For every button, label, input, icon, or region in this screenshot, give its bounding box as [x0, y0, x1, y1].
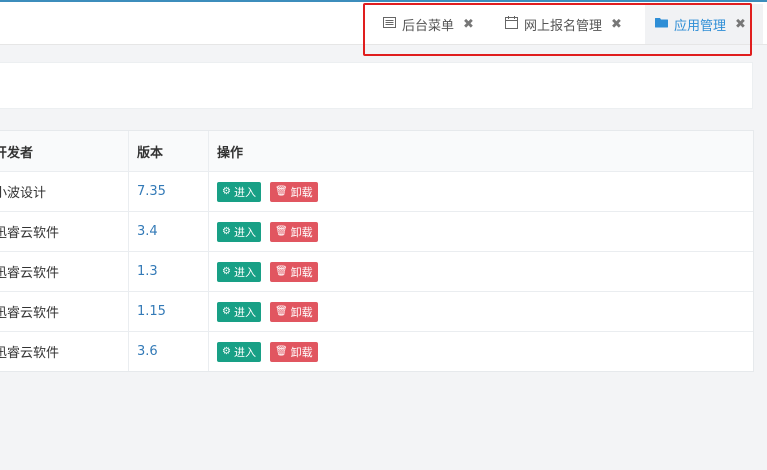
uninstall-label: 卸载: [290, 345, 313, 359]
trash-icon: 🗑: [274, 306, 288, 317]
enter-button[interactable]: ⚙ 进入: [217, 261, 261, 282]
gear-icon: ⚙: [222, 306, 231, 317]
actions-cell: ⚙ 进入 🗑 卸载: [209, 172, 753, 211]
version-cell: 1.15: [129, 292, 209, 331]
tab-bar: 后台菜单 ✖ 网上报名管理 ✖ 应用管理 ✖: [0, 2, 767, 45]
tab-label: 网上报名管理: [524, 18, 603, 34]
tab-label: 后台菜单: [402, 18, 455, 34]
developer-cell: 迅睿云软件: [0, 212, 129, 251]
uninstall-label: 卸载: [290, 265, 313, 279]
close-icon[interactable]: ✖: [463, 17, 474, 32]
enter-label: 进入: [233, 305, 256, 319]
actions-cell: ⚙ 进入 🗑 卸载: [209, 332, 753, 371]
table-row: 迅睿云软件 1.3 ⚙ 进入 🗑 卸载: [0, 252, 753, 292]
trash-icon: 🗑: [274, 266, 288, 277]
trash-icon: 🗑: [274, 226, 288, 237]
tab-backend-menu[interactable]: 后台菜单 ✖: [375, 4, 497, 44]
table-row: 迅睿云软件 3.6 ⚙ 进入 🗑 卸载: [0, 332, 753, 371]
gear-icon: ⚙: [222, 266, 231, 277]
version-cell: 3.6: [129, 332, 209, 371]
actions-cell: ⚙ 进入 🗑 卸载: [209, 292, 753, 331]
col-developer-header: 开发者: [0, 131, 129, 171]
tab-online-registration[interactable]: 网上报名管理 ✖: [497, 4, 645, 44]
folder-icon: [655, 17, 668, 32]
close-icon[interactable]: ✖: [611, 17, 622, 32]
trash-icon: 🗑: [274, 186, 288, 197]
version-cell: 1.3: [129, 252, 209, 291]
calendar-icon: [505, 15, 518, 33]
gear-icon: ⚙: [222, 226, 231, 237]
uninstall-label: 卸载: [290, 185, 313, 199]
version-cell: 7.35: [129, 172, 209, 211]
enter-label: 进入: [233, 265, 256, 279]
tab-label: 应用管理: [674, 18, 727, 34]
list-icon: [383, 16, 396, 32]
gear-icon: ⚙: [222, 346, 231, 357]
enter-label: 进入: [233, 225, 256, 239]
uninstall-button[interactable]: 🗑 卸载: [269, 181, 318, 202]
table-row: 迅睿云软件 3.4 ⚙ 进入 🗑 卸载: [0, 212, 753, 252]
version-cell: 3.4: [129, 212, 209, 251]
table-row: 迅睿云软件 1.15 ⚙ 进入 🗑 卸载: [0, 292, 753, 332]
developer-cell: 小波设计: [0, 172, 129, 211]
gear-icon: ⚙: [222, 186, 231, 197]
enter-label: 进入: [233, 185, 256, 199]
tab-app-management[interactable]: 应用管理 ✖: [645, 4, 763, 44]
table-row: 小波设计 7.35 ⚙进入 🗑卸载: [0, 172, 753, 212]
table-header: 开发者 版本 操作: [0, 131, 753, 172]
enter-button[interactable]: ⚙ 进入: [217, 341, 261, 362]
uninstall-button[interactable]: 🗑 卸载: [269, 341, 318, 362]
developer-cell: 迅睿云软件: [0, 252, 129, 291]
developer-cell: 迅睿云软件: [0, 292, 129, 331]
uninstall-label: 卸载: [290, 305, 313, 319]
trash-icon: 🗑: [274, 346, 288, 357]
actions-cell: ⚙ 进入 🗑 卸载: [209, 212, 753, 251]
actions-cell: ⚙ 进入 🗑 卸载: [209, 252, 753, 291]
enter-button[interactable]: ⚙ 进入: [217, 181, 261, 202]
col-version-header: 版本: [129, 131, 209, 171]
uninstall-button[interactable]: 🗑 卸载: [269, 261, 318, 282]
enter-label: 进入: [233, 345, 256, 359]
enter-button[interactable]: ⚙ 进入: [217, 221, 261, 242]
search-panel: [0, 62, 753, 109]
col-actions-header: 操作: [217, 145, 244, 161]
close-icon[interactable]: ✖: [735, 17, 746, 32]
app-table: 开发者 版本 操作 小波设计 7.35 ⚙进入 🗑卸载 迅睿云软件 3.4 ⚙进…: [0, 130, 754, 372]
uninstall-button[interactable]: 🗑 卸载: [269, 301, 318, 322]
uninstall-label: 卸载: [290, 225, 313, 239]
enter-button[interactable]: ⚙ 进入: [217, 301, 261, 322]
developer-cell: 迅睿云软件: [0, 332, 129, 371]
uninstall-button[interactable]: 🗑 卸载: [269, 221, 318, 242]
